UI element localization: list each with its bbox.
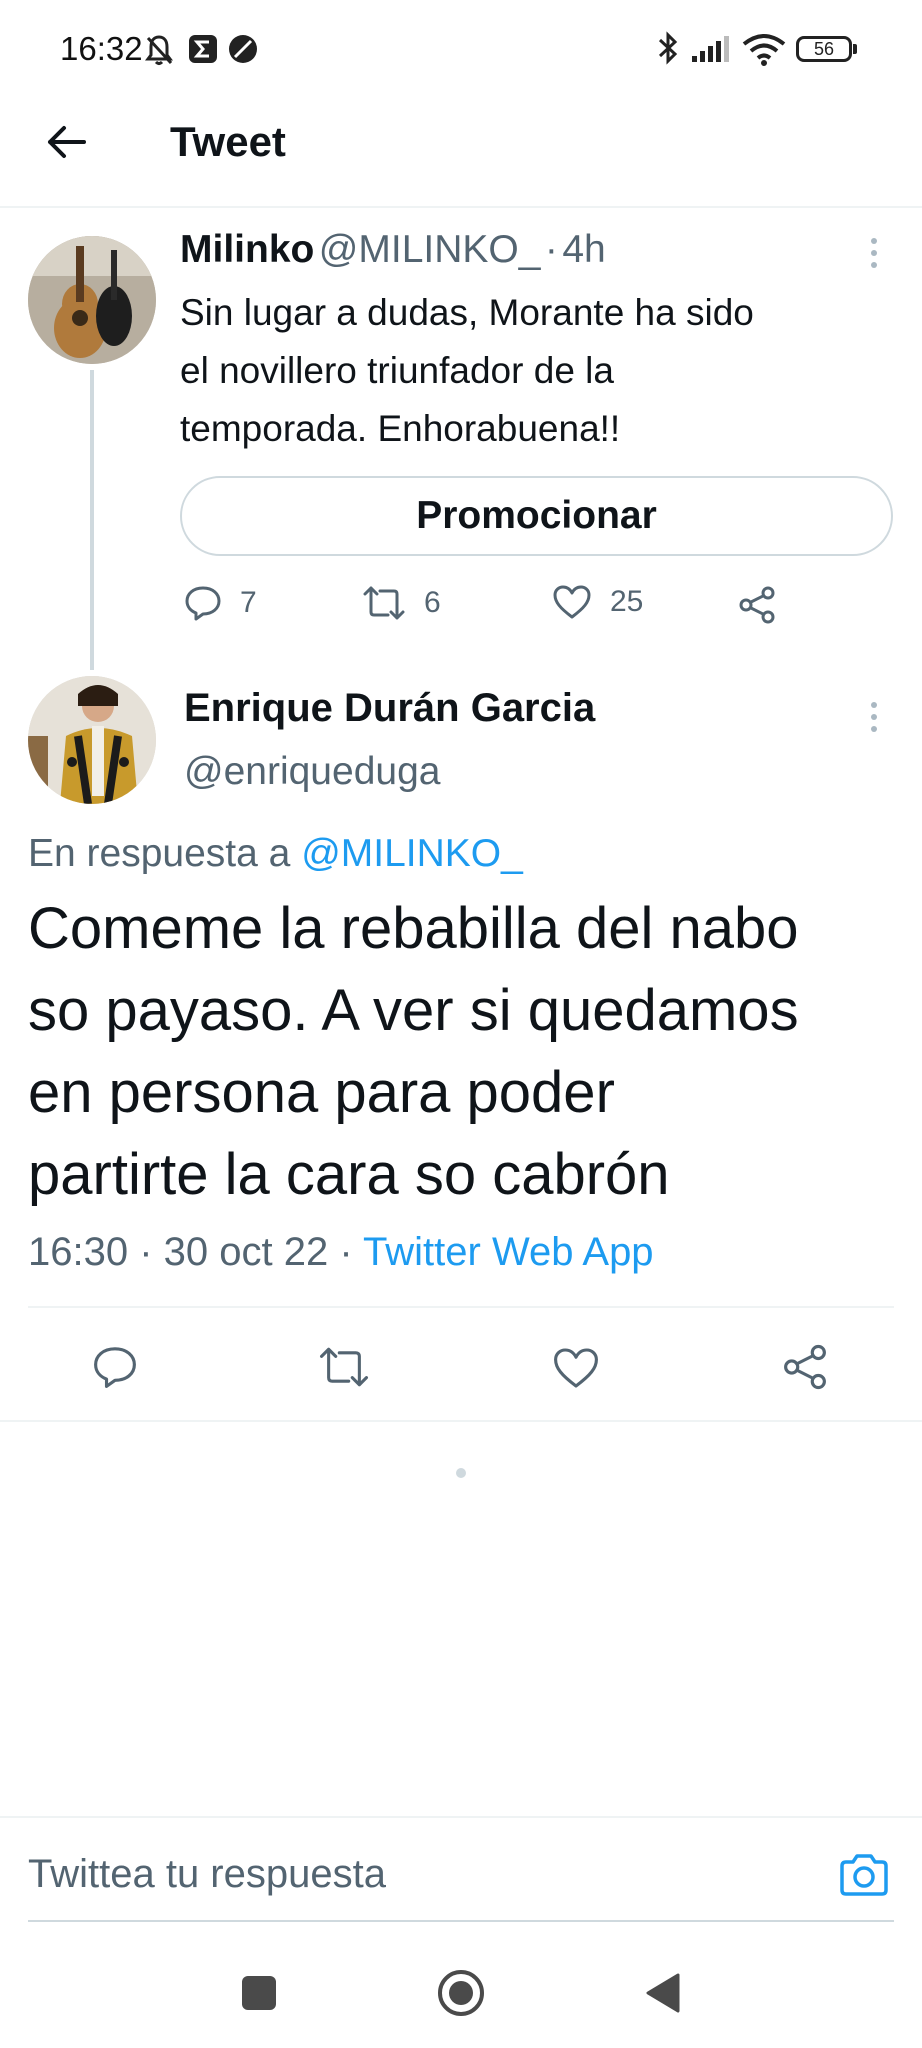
sigma-icon xyxy=(189,35,217,63)
header-divider xyxy=(0,206,922,208)
wifi-icon xyxy=(742,34,786,66)
avatar-milinko[interactable] xyxy=(28,236,156,364)
page-title: Tweet xyxy=(170,118,286,165)
author-handle[interactable]: @enriqueduga xyxy=(184,750,440,794)
square-icon[interactable] xyxy=(242,1976,276,2010)
thread-connector-line xyxy=(90,370,94,670)
reply-action[interactable]: 7 xyxy=(184,584,257,622)
avatar-enrique[interactable] xyxy=(28,676,156,804)
status-time: 16:32 xyxy=(60,30,143,67)
reply-context: En respuesta a @MILINKO_ xyxy=(28,832,523,876)
author-handle[interactable]: @MILINKO_ xyxy=(319,228,541,271)
author-name[interactable]: Enrique Durán Garcia xyxy=(184,686,595,731)
more-options-icon[interactable] xyxy=(871,238,877,274)
tweet-text-line: Comeme la rebabilla del nabo xyxy=(28,896,799,961)
reply-icon[interactable] xyxy=(92,1344,138,1390)
reply-icon xyxy=(185,586,221,621)
reply-input[interactable]: Twittea tu respuesta xyxy=(28,1852,386,1897)
retweet-icon xyxy=(363,586,405,620)
share-icon[interactable] xyxy=(782,1344,828,1390)
battery-indicator: 56 xyxy=(796,36,852,62)
more-options-icon[interactable] xyxy=(871,702,877,738)
tweet-time: 4h xyxy=(562,228,606,271)
bluetooth-icon xyxy=(658,31,678,65)
reply-prefix: En respuesta a xyxy=(28,832,291,875)
heart-icon xyxy=(553,585,591,619)
circle-slash-icon xyxy=(229,35,257,63)
bell-off-icon xyxy=(145,35,173,65)
like-action[interactable]: 25 xyxy=(552,584,643,620)
retweet-action[interactable]: 6 xyxy=(362,584,441,622)
parent-tweet-text: Sin lugar a dudas, Morante ha sido el no… xyxy=(180,284,880,458)
tweet-timestamp: 16:30 · 30 oct 22 · xyxy=(28,1230,353,1274)
tweet-text-line: temporada. Enhorabuena!! xyxy=(180,408,621,449)
main-tweet-text: Comeme la rebabilla del nabo so payaso. … xyxy=(28,888,908,1216)
reply-count: 7 xyxy=(240,586,257,619)
arrow-left-icon[interactable] xyxy=(44,120,88,164)
signal-icon xyxy=(692,36,729,62)
retweet-icon[interactable] xyxy=(318,1344,370,1390)
tweet-text-line: Sin lugar a dudas, Morante ha sido xyxy=(180,292,754,333)
heart-icon[interactable] xyxy=(552,1346,600,1390)
tweet-divider xyxy=(28,1306,894,1308)
retweet-count: 6 xyxy=(424,586,441,619)
matador-avatar-image xyxy=(28,676,156,804)
actions-divider xyxy=(0,1420,922,1422)
reply-input-underline xyxy=(28,1920,894,1922)
tweet-text-line: partirte la cara so cabrón xyxy=(28,1142,670,1207)
back-triangle-icon[interactable] xyxy=(644,1972,682,2014)
separator: · xyxy=(544,228,558,271)
author-name[interactable]: Milinko xyxy=(180,228,314,271)
guitar-avatar-image xyxy=(28,236,156,364)
reply-bar-divider xyxy=(0,1816,922,1818)
parent-tweet-header: Milinko @MILINKO_ · 4h xyxy=(180,228,606,272)
tweet-text-line: el novillero triunfador de la xyxy=(180,350,614,391)
share-icon[interactable] xyxy=(738,586,776,624)
tweet-text-line: en persona para poder xyxy=(28,1060,615,1125)
like-count: 25 xyxy=(610,585,644,618)
battery-icon xyxy=(853,44,857,54)
tweet-text-line: so payaso. A ver si quedamos xyxy=(28,978,799,1043)
home-circle-icon[interactable] xyxy=(436,1968,486,2018)
reply-to-handle-link[interactable]: @MILINKO_ xyxy=(301,832,523,875)
promote-button[interactable]: Promocionar xyxy=(180,476,893,556)
tweet-metadata: 16:30 · 30 oct 22 · Twitter Web App xyxy=(28,1230,654,1275)
camera-icon[interactable] xyxy=(838,1852,890,1898)
loading-indicator xyxy=(456,1468,466,1478)
tweet-source-link[interactable]: Twitter Web App xyxy=(363,1230,654,1274)
